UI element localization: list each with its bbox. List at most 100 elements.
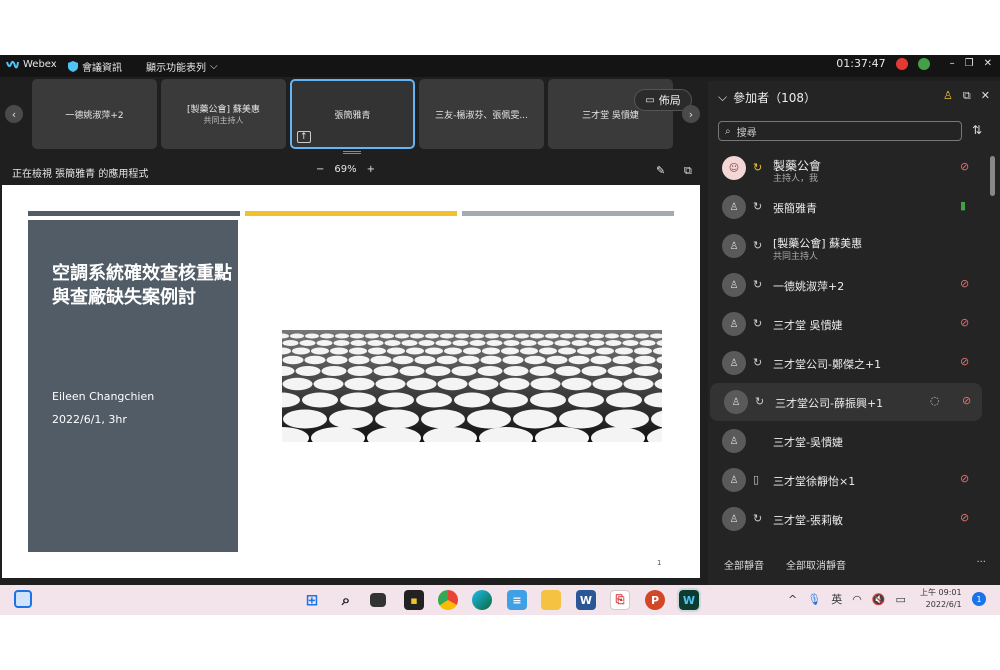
participant-role: 主持人，我: [773, 174, 819, 184]
connection-icon: ↻: [753, 512, 763, 525]
participant-row[interactable]: ♙ 三才堂-吳憒婕: [708, 422, 1000, 460]
avatar: ☺: [722, 156, 746, 180]
notepad-icon[interactable]: ≡: [507, 590, 527, 610]
chevron-down-icon: ⌵: [210, 61, 218, 72]
microphone-muted-icon[interactable]: ⊘: [960, 277, 969, 290]
assign-host-icon[interactable]: ♙: [943, 89, 953, 103]
chrome-icon[interactable]: [438, 590, 458, 610]
connection-icon: ↻: [753, 356, 763, 369]
system-clock[interactable]: 上午 09:01 2022/6/1: [920, 587, 962, 611]
microphone-on-icon[interactable]: ▮: [960, 199, 966, 212]
zoom-out-button[interactable]: −: [316, 164, 324, 175]
system-tray: ^ 🎙 英 ◠ 🔇 ▭: [788, 591, 906, 607]
participant-row[interactable]: ♙ ↻ 三才堂-張莉敏 ⊘: [708, 500, 1000, 538]
chat-icon[interactable]: ◌: [930, 394, 940, 407]
ime-indicator[interactable]: 英: [831, 591, 842, 607]
battery-icon[interactable]: ▭: [896, 593, 906, 606]
participant-row[interactable]: ♙ ↻ 三才堂公司-薛振興+1 ◌ ⊘: [710, 383, 982, 421]
participant-search-input[interactable]: ⌕ 搜尋: [718, 121, 962, 141]
search-placeholder: 搜尋: [736, 127, 757, 139]
video-tile[interactable]: 三友-楊淑芬、張佩雯...: [419, 79, 544, 149]
user-icon: ♙: [722, 195, 746, 219]
strip-next-button[interactable]: ›: [682, 105, 700, 123]
microphone-muted-icon[interactable]: ⊘: [960, 316, 969, 329]
word-icon[interactable]: W: [576, 590, 596, 610]
title-bar: Webex 會議資訊 顯示功能表列 ⌵ 01:37:47 – ❐ ✕: [0, 55, 1000, 77]
recording-icon[interactable]: [895, 57, 908, 70]
participant-row[interactable]: ♙ ▯ 三才堂徐靜怡×1 ⊘: [708, 461, 1000, 499]
microphone-muted-icon[interactable]: ⊘: [960, 472, 969, 485]
annotate-icon[interactable]: ✎: [656, 164, 665, 177]
wifi-icon[interactable]: ◠: [852, 593, 862, 606]
popout-panel-icon[interactable]: ⧉: [963, 89, 971, 103]
microphone-muted-icon[interactable]: ⊘: [960, 160, 969, 173]
widgets-icon[interactable]: [14, 590, 32, 608]
video-tile-name: 一德姚淑萍+2: [65, 110, 124, 121]
participant-scrollbar[interactable]: [990, 156, 995, 196]
close-panel-icon[interactable]: ✕: [981, 89, 990, 103]
video-tile[interactable]: 一德姚淑萍+2: [32, 79, 157, 149]
microphone-muted-icon[interactable]: ⊘: [962, 394, 971, 407]
connection-icon: ↻: [753, 317, 763, 330]
strip-prev-button[interactable]: ‹: [5, 105, 23, 123]
file-explorer-icon[interactable]: [541, 590, 561, 610]
participants-header[interactable]: ⌵ 參加者（108）: [718, 89, 816, 106]
speaker-muted-icon[interactable]: 🔇: [872, 593, 886, 606]
notification-badge[interactable]: 1: [972, 592, 986, 606]
participant-row[interactable]: ♙ ↻ 一德姚淑萍+2 ⊘: [708, 266, 1000, 304]
participant-row[interactable]: ☺ ↻ 製藥公會 主持人，我 ⊘: [708, 149, 1000, 187]
webex-taskbar-icon[interactable]: W: [677, 588, 701, 612]
unmute-all-button[interactable]: 全部取消靜音: [786, 557, 846, 572]
video-tile-name: 三才堂 吳憒婕: [582, 110, 639, 121]
more-options-icon[interactable]: ···: [976, 557, 986, 568]
sticky-notes-icon[interactable]: ▪: [404, 590, 424, 610]
popout-icon[interactable]: ⧉: [684, 164, 692, 178]
webex-app-menu[interactable]: Webex: [6, 59, 57, 70]
close-window-icon[interactable]: ✕: [984, 58, 992, 69]
edge-icon[interactable]: [472, 590, 492, 610]
microphone-muted-icon[interactable]: ⊘: [960, 355, 969, 368]
user-icon: ♙: [722, 351, 746, 375]
show-menu-bar-button[interactable]: 顯示功能表列 ⌵: [146, 59, 218, 74]
user-icon: ♙: [722, 234, 746, 258]
shield-icon: [68, 61, 78, 72]
start-icon[interactable]: ⊞: [302, 590, 322, 610]
slide-page-number: 1: [657, 559, 662, 567]
layout-icon: ▭: [645, 94, 655, 106]
connection-icon: ↻: [753, 200, 763, 213]
connection-icon: ↻: [753, 239, 763, 252]
powerpoint-icon[interactable]: P: [645, 590, 665, 610]
slide-author: Eileen Changchien: [52, 390, 155, 403]
task-view-icon[interactable]: [370, 593, 386, 607]
participant-row[interactable]: ♙ ↻ 三才堂公司-鄭傑之+1 ⊘: [708, 344, 1000, 382]
network-stats-icon[interactable]: [917, 57, 930, 70]
webex-logo-icon: [6, 60, 19, 68]
minimize-window-icon[interactable]: –: [950, 58, 955, 69]
user-icon: ♙: [722, 312, 746, 336]
slide-bar-yellow: [245, 211, 457, 216]
slide-bar-gray: [462, 211, 674, 216]
participant-row[interactable]: ♙ ↻ 三才堂 吳憒婕 ⊘: [708, 305, 1000, 343]
participant-row[interactable]: ♙ ↻ 張簡雅青 ▮: [708, 188, 1000, 226]
participant-name: 一德姚淑萍+2: [773, 280, 845, 293]
sort-icon[interactable]: ⇅: [972, 123, 982, 137]
participant-row[interactable]: ♙ ↻ [製藥公會] 蘇美惠 共同主持人: [708, 227, 1000, 265]
participant-name: 三才堂公司-鄭傑之+1: [773, 358, 882, 371]
strip-resize-handle[interactable]: [343, 151, 361, 154]
chevron-up-icon[interactable]: ^: [788, 593, 797, 606]
microphone-muted-icon[interactable]: ⊘: [960, 511, 969, 524]
mute-all-button[interactable]: 全部靜音: [724, 557, 764, 572]
phone-icon: ▯: [753, 473, 760, 486]
search-icon: ⌕: [725, 125, 731, 137]
microphone-icon[interactable]: 🎙: [807, 593, 821, 606]
slide-date: 2022/6/1, 3hr: [52, 413, 127, 426]
restore-window-icon[interactable]: ❐: [965, 58, 974, 69]
zoom-value: 69%: [334, 164, 357, 175]
acrobat-icon[interactable]: ⎘: [610, 590, 630, 610]
search-taskbar-icon[interactable]: ⌕: [336, 590, 356, 610]
video-tile[interactable]: [製藥公會] 蘇美惠 共同主持人: [161, 79, 286, 149]
participants-title: 參加者（108）: [733, 91, 817, 105]
meeting-info-button[interactable]: 會議資訊: [68, 59, 122, 74]
zoom-in-button[interactable]: +: [367, 164, 375, 175]
video-tile-active[interactable]: 張簡雅青 ↑: [290, 79, 415, 149]
